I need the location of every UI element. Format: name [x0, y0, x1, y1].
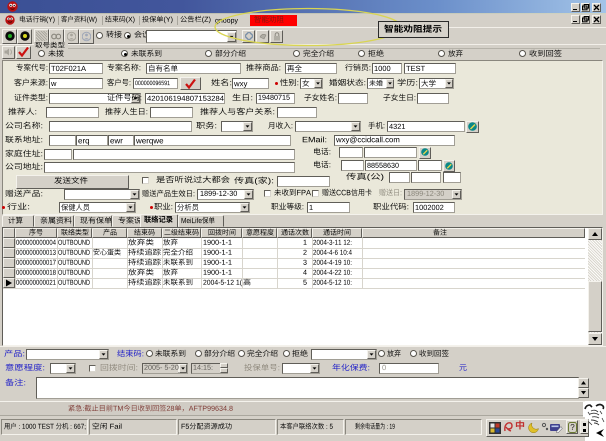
svg-text:?: ?	[570, 423, 575, 432]
